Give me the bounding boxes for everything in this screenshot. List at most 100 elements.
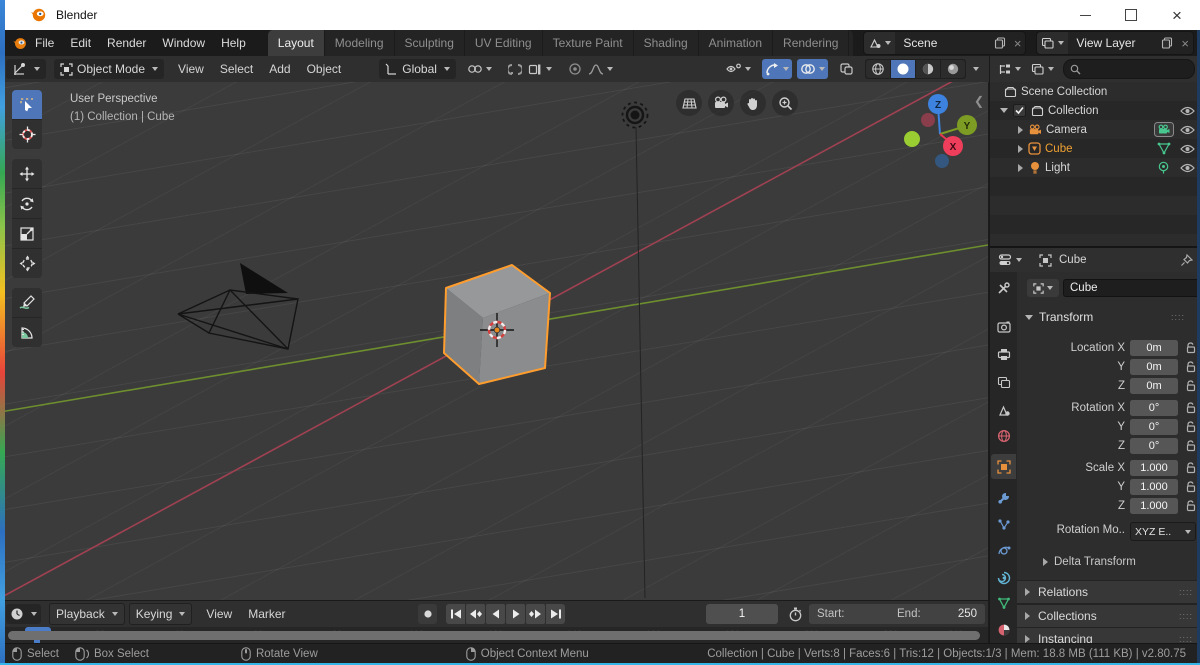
tool-transform[interactable] (12, 249, 42, 278)
scene-new-button[interactable] (990, 37, 1010, 49)
expand-icon[interactable] (1018, 125, 1023, 134)
axis-neg-z-ball[interactable] (935, 154, 949, 168)
jump-to-start-button[interactable] (446, 604, 465, 624)
drag-dots-icon[interactable]: :::: (1171, 312, 1185, 322)
lock-open-icon[interactable] (1185, 461, 1197, 474)
scale-x-field[interactable]: 1.000 (1130, 460, 1178, 476)
editor-type-properties-button[interactable] (995, 250, 1025, 270)
rotation-z-field[interactable]: 0° (1130, 438, 1178, 454)
pivot-point-selector[interactable] (464, 59, 495, 79)
lock-open-icon[interactable] (1185, 420, 1197, 433)
tab-layout[interactable]: Layout (267, 30, 325, 56)
menu-file[interactable]: File (27, 32, 62, 54)
outliner-search[interactable] (1063, 59, 1195, 79)
view-layer-icon-dropdown[interactable] (1037, 32, 1069, 54)
scale-y-field[interactable]: 1.000 (1130, 479, 1178, 495)
rotation-x-field[interactable]: 0° (1130, 400, 1178, 416)
editor-type-3dviewport-button[interactable] (6, 59, 46, 79)
location-z-field[interactable]: 0m (1130, 378, 1178, 394)
editor-type-outliner-button[interactable] (995, 59, 1024, 79)
use-preview-range-button[interactable] (788, 604, 803, 624)
object-type-visibility[interactable] (723, 59, 754, 79)
tab-particles[interactable] (991, 512, 1016, 537)
lock-open-icon[interactable] (1185, 499, 1197, 512)
frame-end-field[interactable]: End: 250 (889, 604, 985, 624)
view-layer-selector[interactable]: View Layer × (1036, 31, 1194, 55)
timeline-marker-menu[interactable]: Marker (240, 604, 293, 624)
tool-annotate[interactable] (12, 288, 42, 318)
tab-tool[interactable] (991, 276, 1016, 301)
object-name-field[interactable] (1063, 279, 1200, 297)
timeline-scrollbar[interactable] (8, 631, 980, 640)
tab-output[interactable] (991, 342, 1016, 367)
scene-unlink-button[interactable]: × (1010, 37, 1026, 50)
view-layer-remove-button[interactable]: × (1177, 37, 1193, 50)
menu-view[interactable]: View (170, 59, 212, 79)
lock-open-icon[interactable] (1185, 480, 1197, 493)
tab-shading[interactable]: Shading (634, 30, 699, 56)
location-x-field[interactable]: 0m (1130, 340, 1178, 356)
tool-rotate[interactable] (12, 189, 42, 219)
delta-transform-panel[interactable]: Delta Transform (1043, 554, 1136, 570)
camera-view-button[interactable] (708, 90, 734, 116)
play-reverse-button[interactable] (486, 604, 505, 624)
lock-open-icon[interactable] (1185, 401, 1197, 414)
transform-orientation-selector[interactable]: Global (379, 59, 456, 79)
location-y-field[interactable]: 0m (1130, 359, 1178, 375)
proportional-falloff-selector[interactable] (585, 59, 616, 79)
tab-object[interactable] (991, 454, 1016, 479)
eye-visible-icon[interactable] (1180, 144, 1195, 154)
close-button[interactable]: × (1154, 0, 1200, 30)
tab-render[interactable] (991, 314, 1016, 339)
tab-world[interactable] (991, 423, 1016, 448)
mode-selector[interactable]: Object Mode (54, 59, 165, 79)
camera-object[interactable] (177, 263, 299, 350)
tab-view-layer[interactable] (991, 370, 1016, 395)
menu-select[interactable]: Select (212, 59, 261, 79)
drag-dots-icon[interactable]: :::: (1179, 611, 1193, 621)
proportional-editing-toggle[interactable] (565, 59, 585, 79)
drag-dots-icon[interactable]: :::: (1179, 587, 1193, 597)
menu-render[interactable]: Render (99, 32, 154, 54)
object-id-icon-button[interactable] (1027, 279, 1059, 297)
tool-move[interactable] (12, 159, 42, 189)
rotation-mode-selector[interactable]: XYZ E.. (1130, 522, 1196, 541)
search-input[interactable] (1081, 62, 1188, 76)
snap-settings[interactable] (525, 59, 555, 79)
tab-scene[interactable] (991, 398, 1016, 423)
lock-open-icon[interactable] (1185, 439, 1197, 452)
axis-neg-y-ball[interactable] (904, 131, 920, 147)
scene-selector[interactable]: Scene × (863, 31, 1027, 55)
axis-orientation-gizmo[interactable]: Z Y X (898, 88, 978, 168)
current-frame-field[interactable]: 1 (706, 604, 778, 624)
menu-object[interactable]: Object (299, 59, 350, 79)
tool-measure[interactable] (12, 318, 42, 347)
camera-data-icon[interactable] (1154, 122, 1174, 137)
transform-panel-header[interactable]: Transform :::: (1025, 308, 1193, 326)
expand-icon[interactable] (1018, 163, 1023, 172)
record-button[interactable] (418, 604, 437, 624)
timeline-view-menu[interactable]: View (198, 604, 240, 624)
tab-constraints[interactable] (991, 565, 1016, 590)
light-object[interactable] (621, 101, 649, 599)
expand-icon[interactable] (1018, 144, 1023, 153)
minimize-button[interactable] (1062, 0, 1108, 30)
keying-menu[interactable]: Keying (128, 603, 193, 625)
jump-to-end-button[interactable] (546, 604, 565, 624)
tool-scale[interactable] (12, 219, 42, 249)
tool-cursor[interactable] (12, 120, 42, 149)
tab-uv-editing[interactable]: UV Editing (465, 30, 543, 56)
rotation-y-field[interactable]: 0° (1130, 419, 1178, 435)
view-layer-new-button[interactable] (1157, 37, 1177, 49)
outliner-row-camera[interactable]: Camera (990, 120, 1200, 139)
collections-panel[interactable]: Collections :::: (1017, 604, 1200, 628)
tab-object-data[interactable] (991, 591, 1016, 616)
pin-button[interactable] (1180, 253, 1193, 267)
tab-modeling[interactable]: Modeling (325, 30, 395, 56)
menu-add[interactable]: Add (261, 59, 298, 79)
timeline-scrub-area[interactable]: 20 40 60 80 100 120 140 160 180 200 220 … (0, 627, 988, 643)
tab-physics[interactable] (991, 538, 1016, 563)
prev-keyframe-button[interactable] (466, 604, 485, 624)
maximize-button[interactable] (1108, 0, 1154, 30)
tab-material[interactable] (991, 617, 1016, 642)
